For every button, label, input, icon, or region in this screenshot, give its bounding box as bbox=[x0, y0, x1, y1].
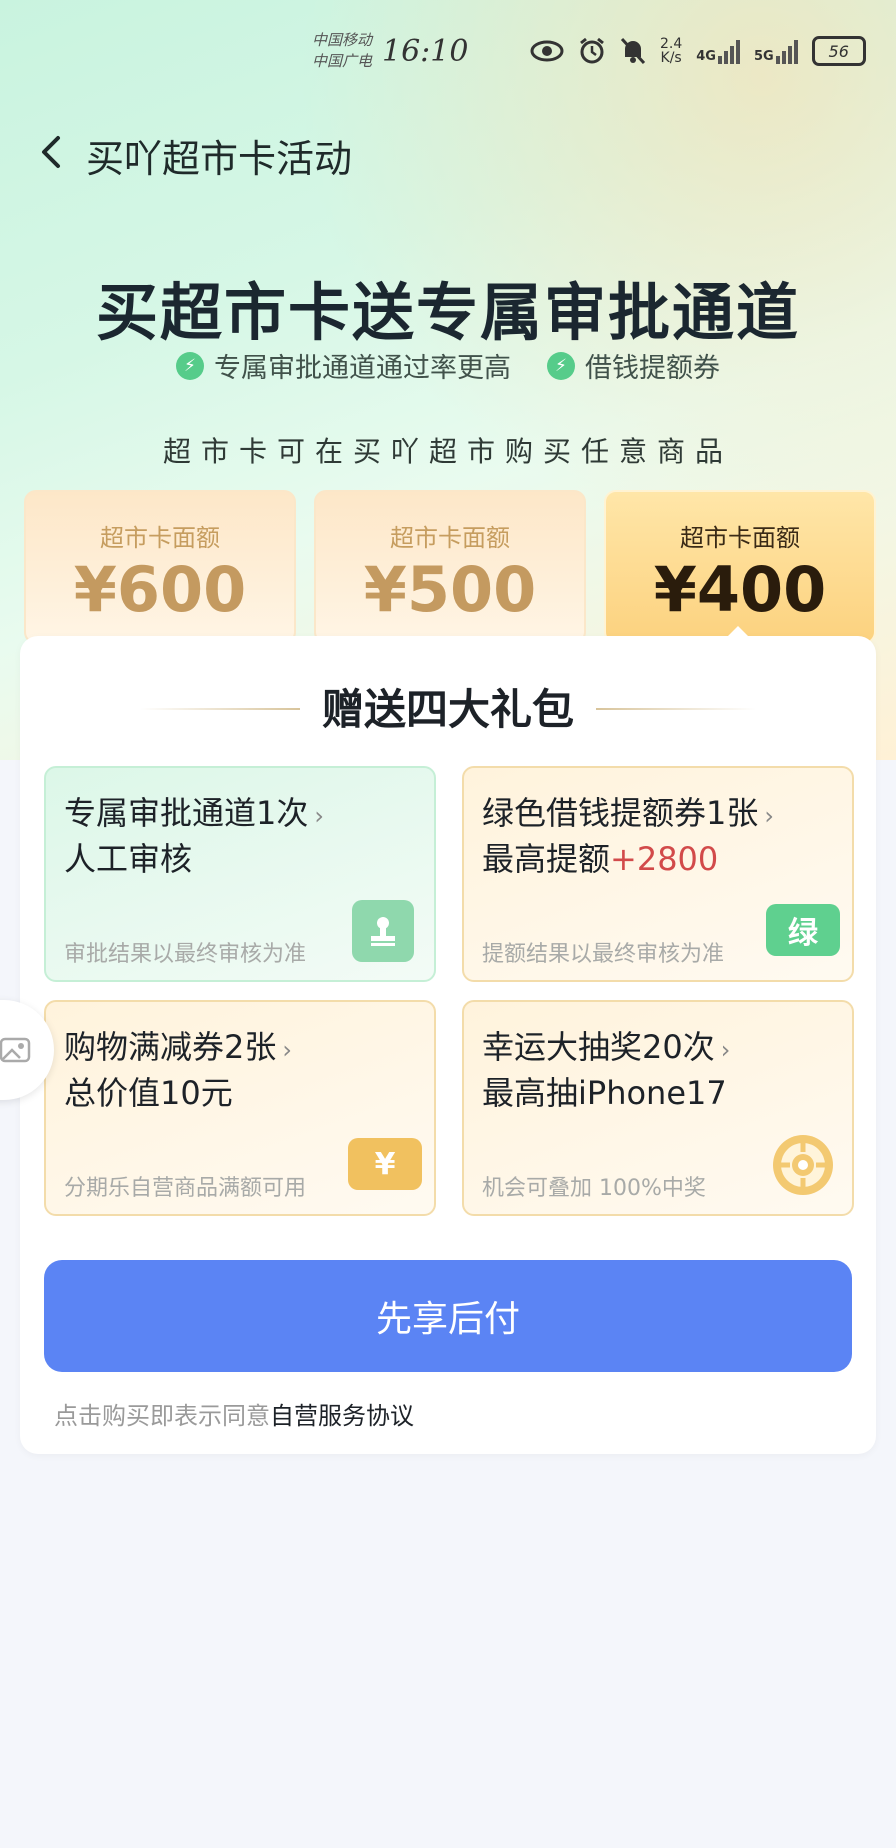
status-bar: 中国移动 中国广电 16:10 2.4 K/s 4G 5G 56 bbox=[0, 28, 896, 78]
chevron-right-icon: › bbox=[282, 1036, 292, 1064]
alarm-icon bbox=[578, 37, 606, 65]
feature-list: ⚡ 专属审批通道通过率更高 ⚡ 借钱提额券 bbox=[0, 346, 896, 385]
amount-card-500[interactable]: 超市卡面额 ¥500 bbox=[314, 490, 586, 644]
gift-title: 专属审批通道1次 bbox=[64, 794, 309, 832]
hero-title: 买超市卡送专属审批通道 bbox=[95, 276, 800, 349]
amount-value: ¥500 bbox=[363, 553, 537, 626]
amount-label: 超市卡面额 bbox=[680, 524, 800, 552]
lightning-icon: ⚡ bbox=[547, 351, 575, 380]
carrier-1: 中国移动 bbox=[312, 31, 373, 49]
amount-label: 超市卡面额 bbox=[100, 524, 220, 552]
gift-subtitle: 人工审核 bbox=[64, 840, 193, 878]
chevron-right-icon: › bbox=[720, 1036, 731, 1064]
lightning-icon: ⚡ bbox=[176, 351, 204, 380]
gift-discount-coupon[interactable]: 购物满减券2张 › 总价值10元 分期乐自营商品满额可用 ¥ bbox=[44, 1000, 436, 1216]
gift-title: 购物满减券2张 bbox=[64, 1028, 277, 1066]
gift-credit-coupon[interactable]: 绿色借钱提额券1张 › 最高提额+2800 提额结果以最终审核为准 绿 bbox=[462, 766, 854, 982]
hero-subtitle: 超市卡可在买吖超市购买任意商品 bbox=[162, 435, 733, 468]
divider-line bbox=[596, 708, 756, 710]
lottery-wheel-icon bbox=[770, 1132, 836, 1198]
agreement-text: 点击购买即表示同意自营服务协议 bbox=[54, 1402, 414, 1430]
signal-icon bbox=[717, 38, 740, 64]
gift-approval-channel[interactable]: 专属审批通道1次 › 人工审核 审批结果以最终审核为准 bbox=[44, 766, 436, 982]
back-button[interactable] bbox=[38, 132, 66, 172]
status-icons: 2.4 K/s 4G 5G 56 bbox=[530, 36, 866, 66]
green-ticket-icon: 绿 bbox=[766, 904, 840, 956]
chevron-left-icon bbox=[42, 136, 60, 168]
gift-note: 分期乐自营商品满额可用 bbox=[64, 1176, 307, 1201]
gift-lucky-draw[interactable]: 幸运大抽奖20次 › 最高抽iPhone17 机会可叠加 100%中奖 bbox=[462, 1000, 854, 1216]
gift-note: 审批结果以最终审核为准 bbox=[64, 942, 307, 967]
yen-ticket-icon: ¥ bbox=[348, 1138, 422, 1190]
page-title: 买吖超市卡活动 bbox=[86, 137, 353, 181]
gift-subtitle: 最高抽iPhone17 bbox=[482, 1074, 727, 1112]
battery-icon: 56 bbox=[811, 36, 866, 66]
gift-title: 幸运大抽奖20次 bbox=[482, 1028, 715, 1066]
amount-card-400[interactable]: 超市卡面额 ¥400 bbox=[604, 490, 876, 644]
image-icon bbox=[0, 1037, 31, 1063]
eye-icon bbox=[530, 40, 564, 62]
feature-item: ⚡ 借钱提额券 bbox=[547, 346, 720, 385]
gift-highlight-amount: +2800 bbox=[610, 840, 719, 878]
gift-section-title: 赠送四大礼包 bbox=[321, 685, 574, 734]
gift-subtitle: 总价值10元 bbox=[64, 1074, 233, 1112]
mute-bell-icon bbox=[620, 37, 646, 65]
chevron-right-icon: › bbox=[314, 802, 324, 830]
selection-pointer bbox=[720, 626, 756, 644]
stamp-icon bbox=[352, 900, 414, 962]
amount-value: ¥600 bbox=[73, 553, 247, 626]
signal-icon bbox=[775, 38, 798, 64]
feature-item: ⚡ 专属审批通道通过率更高 bbox=[176, 346, 511, 385]
network-5g: 5G bbox=[754, 38, 798, 64]
amount-card-600[interactable]: 超市卡面额 ¥600 bbox=[24, 490, 296, 644]
service-agreement-link[interactable]: 自营服务协议 bbox=[270, 1402, 414, 1430]
gift-note: 机会可叠加 100%中奖 bbox=[482, 1176, 706, 1201]
amount-label: 超市卡面额 bbox=[390, 524, 510, 552]
gift-subtitle: 最高提额 bbox=[482, 840, 611, 878]
net-speed: 2.4 K/s bbox=[660, 36, 683, 66]
amount-value: ¥400 bbox=[653, 553, 827, 626]
network-4g: 4G bbox=[696, 38, 740, 64]
carrier-2: 中国广电 bbox=[312, 52, 373, 70]
gift-title: 绿色借钱提额券1张 bbox=[482, 794, 759, 832]
gift-note: 提额结果以最终审核为准 bbox=[482, 942, 725, 967]
pay-later-button[interactable]: 先享后付 bbox=[44, 1260, 852, 1372]
chevron-right-icon: › bbox=[764, 802, 774, 830]
carrier-info: 中国移动 中国广电 bbox=[312, 30, 372, 72]
clock: 16:10 bbox=[382, 34, 469, 69]
